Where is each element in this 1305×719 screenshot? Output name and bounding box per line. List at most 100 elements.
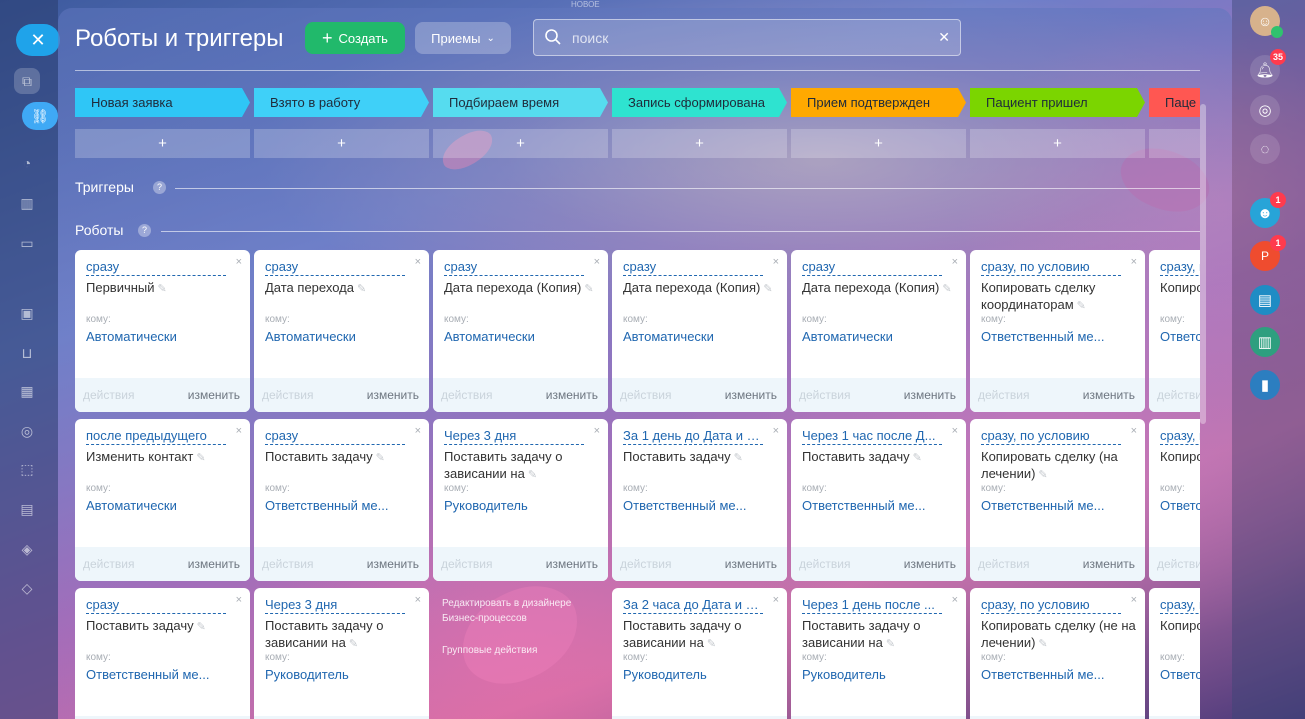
robot-edit-link[interactable]: изменить [1083, 388, 1135, 402]
robot-recipient[interactable]: Ответственный ме... [981, 667, 1136, 682]
robot-recipient[interactable]: Ответственный ме... [981, 498, 1136, 513]
stage-column-header[interactable]: Новая заявка [75, 88, 250, 117]
robot-edit-link[interactable]: изменить [546, 557, 598, 571]
robot-edit-link[interactable]: изменить [188, 557, 240, 571]
pencil-icon[interactable]: ✎ [1038, 638, 1047, 650]
robot-edit-link[interactable]: изменить [904, 557, 956, 571]
robot-actions-link[interactable]: действия [620, 388, 671, 402]
bell-icon[interactable]: 🔔︎ 35 [1250, 49, 1286, 85]
sidebar-item-icon[interactable]: ▣ [14, 300, 40, 326]
delete-robot-icon[interactable]: × [952, 594, 958, 606]
pencil-icon[interactable]: ✎ [734, 452, 743, 464]
delete-robot-icon[interactable]: × [594, 425, 600, 437]
robot-card[interactable]: сразу × Поставить задачу ✎ кому: Ответственны… [75, 588, 250, 719]
receptions-dropdown[interactable]: Приемы ⌄ [415, 22, 511, 54]
sidebar-item-icon[interactable]: ▤ [14, 496, 40, 522]
robot-edit-link[interactable]: изменить [546, 388, 598, 402]
pencil-icon[interactable]: ✎ [197, 621, 206, 633]
sidebar-item-icon[interactable]: ◔ [14, 150, 40, 176]
pencil-icon[interactable]: ✎ [763, 283, 772, 295]
robot-recipient[interactable]: Руководитель [265, 667, 420, 682]
pencil-icon[interactable]: ✎ [528, 469, 537, 481]
delete-robot-icon[interactable]: × [415, 256, 421, 268]
robot-recipient[interactable]: Ответственный ме... [623, 498, 778, 513]
chat-search-icon[interactable]: ◌ [1250, 134, 1280, 164]
sidebar-item-icon[interactable]: ◇ [14, 575, 40, 601]
search-input[interactable] [572, 20, 932, 55]
delete-robot-icon[interactable]: × [236, 425, 242, 437]
robot-edit-link[interactable]: изменить [1083, 557, 1135, 571]
delete-robot-icon[interactable]: × [773, 256, 779, 268]
chat-icon[interactable]: ▤ [1250, 285, 1280, 315]
triggers-help-icon[interactable]: ? [153, 181, 166, 194]
stage-column-header[interactable]: Запись сформирована [612, 88, 787, 117]
robot-card[interactable]: сразу, по условию×Копирова (были✎кому:От… [1149, 419, 1200, 581]
add-trigger-button[interactable]: + [433, 129, 608, 158]
clear-search-icon[interactable]: ✕ [938, 29, 950, 46]
pencil-icon[interactable]: ✎ [357, 283, 366, 295]
robot-card[interactable]: сразу, по условию×Копирова (были✎кому:От… [1149, 250, 1200, 412]
robot-timing-link[interactable]: Через 3 дня [265, 597, 405, 614]
robot-timing-link[interactable]: Через 3 дня [444, 428, 584, 445]
robot-actions-link[interactable]: действия [1157, 388, 1200, 402]
delete-robot-icon[interactable]: × [594, 256, 600, 268]
robot-timing-link[interactable]: сразу, по условию [981, 597, 1121, 614]
robot-timing-link[interactable]: сразу [444, 259, 584, 276]
robot-actions-link[interactable]: действия [83, 388, 134, 402]
bookmark-icon[interactable]: ▮ [1250, 370, 1280, 400]
pencil-icon[interactable]: ✎ [349, 638, 358, 650]
robot-card[interactable]: За 2 часа до Дата и в... × Поставить задач… [612, 588, 787, 719]
robot-card[interactable]: сразу, по условию × Копировать сделку коор… [970, 250, 1145, 412]
robot-recipient[interactable]: Руководитель [802, 667, 957, 682]
add-trigger-button[interactable]: + [612, 129, 787, 158]
robot-card[interactable]: Через 3 дня × Поставить задачу о зависании… [433, 419, 608, 581]
robot-timing-link[interactable]: Через 1 день после ... [802, 597, 942, 614]
robot-card[interactable]: сразу × Первичный ✎ кому: Автоматически действ… [75, 250, 250, 412]
robot-recipient[interactable]: Ответс [1160, 667, 1200, 682]
pencil-icon[interactable]: ✎ [584, 283, 593, 295]
calendar-icon[interactable]: ▦ [14, 378, 40, 404]
chart-icon[interactable]: ▥ [14, 190, 40, 216]
pencil-icon[interactable]: ✎ [158, 283, 167, 295]
delete-robot-icon[interactable]: × [1131, 594, 1137, 606]
robot-card[interactable]: Через 1 час после Д... × Поставить задачу ✎… [791, 419, 966, 581]
robot-timing-link[interactable]: сразу, по условию [981, 428, 1121, 445]
robot-recipient[interactable]: Ответс [1160, 329, 1200, 344]
pencil-icon[interactable]: ✎ [376, 452, 385, 464]
robot-timing-link[interactable]: сразу, по условию [1160, 259, 1200, 276]
robot-actions-link[interactable]: действия [83, 557, 134, 571]
robot-edit-link[interactable]: изменить [367, 557, 419, 571]
sidebar-item-icon[interactable]: ▭ [14, 230, 40, 256]
pencil-icon[interactable]: ✎ [886, 638, 895, 650]
robot-recipient[interactable]: Ответс [1160, 498, 1200, 513]
robot-timing-link[interactable]: сразу, по условию [1160, 597, 1200, 614]
box-icon[interactable]: ⬚ [14, 456, 40, 482]
contact-avatar[interactable]: Р 1 [1250, 235, 1286, 271]
create-button[interactable]: + Создать [305, 22, 405, 54]
delete-robot-icon[interactable]: × [415, 425, 421, 437]
robot-edit-link[interactable]: изменить [725, 557, 777, 571]
robot-timing-link[interactable]: сразу [802, 259, 942, 276]
robot-timing-link[interactable]: сразу [265, 428, 405, 445]
robot-recipient[interactable]: Автоматически [86, 498, 241, 513]
external-link-icon[interactable]: ⧉ [14, 68, 40, 94]
robot-card[interactable]: сразу × Дата перехода (Копия) ✎ кому: Автомат… [433, 250, 608, 412]
scrollbar[interactable] [1200, 104, 1206, 424]
add-trigger-button[interactable]: + [254, 129, 429, 158]
pencil-icon[interactable]: ✎ [707, 638, 716, 650]
robot-recipient[interactable]: Ответственный ме... [802, 498, 957, 513]
robot-recipient[interactable]: Ответственный ме... [981, 329, 1136, 344]
robot-recipient[interactable]: Автоматически [802, 329, 957, 344]
robot-card[interactable]: сразу × Дата перехода (Копия) ✎ кому: Автомат… [612, 250, 787, 412]
robot-edit-link[interactable]: изменить [904, 388, 956, 402]
delete-robot-icon[interactable]: × [952, 256, 958, 268]
link-icon[interactable]: ⛓ [22, 102, 58, 130]
fingerprint-icon[interactable]: ◎ [1250, 95, 1280, 125]
robot-timing-link[interactable]: сразу, по условию [981, 259, 1121, 276]
pencil-icon[interactable]: ✎ [196, 452, 205, 464]
pencil-icon[interactable]: ✎ [1077, 300, 1086, 312]
robot-timing-link[interactable]: сразу [623, 259, 763, 276]
pencil-icon[interactable]: ✎ [942, 283, 951, 295]
stage-column-header[interactable]: Подбираем время [433, 88, 608, 117]
robot-card[interactable]: сразу, по условию×Копирова были)✎кому:От… [1149, 588, 1200, 719]
